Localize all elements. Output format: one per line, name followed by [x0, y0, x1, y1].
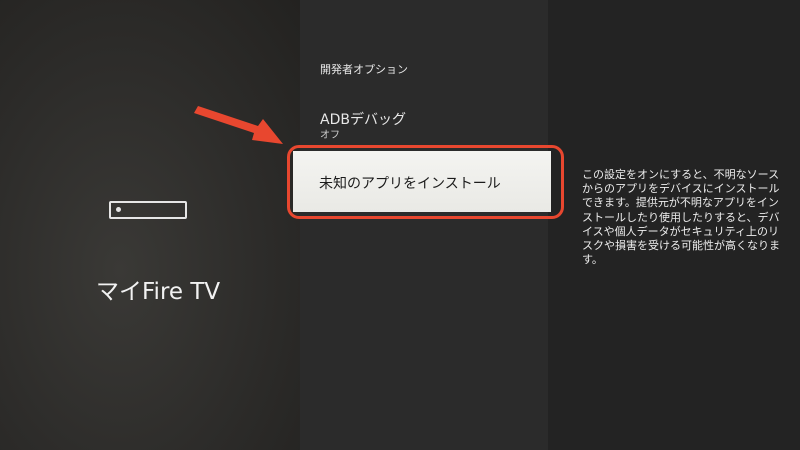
menu-item-adb-debug[interactable]: ADBデバッグ オフ — [320, 112, 406, 142]
fire-tv-device-icon — [109, 201, 187, 219]
left-pane: マイFire TV — [0, 0, 300, 450]
menu-item-status: オフ — [320, 130, 340, 141]
settings-screen: マイFire TV 開発者オプション ADBデバッグ オフ 未知のアプリをインス… — [0, 0, 800, 450]
section-title: 開発者オプション — [320, 63, 408, 76]
device-led — [116, 207, 121, 212]
red-arrow-icon — [194, 106, 283, 144]
description-text: この設定をオンにすると、不明なソースからのアプリをデバイスにインストールできます… — [582, 168, 780, 267]
highlight-outline — [287, 145, 564, 219]
device-name: マイFire TV — [96, 279, 221, 305]
menu-item-label: ADBデバッグ — [320, 112, 406, 128]
